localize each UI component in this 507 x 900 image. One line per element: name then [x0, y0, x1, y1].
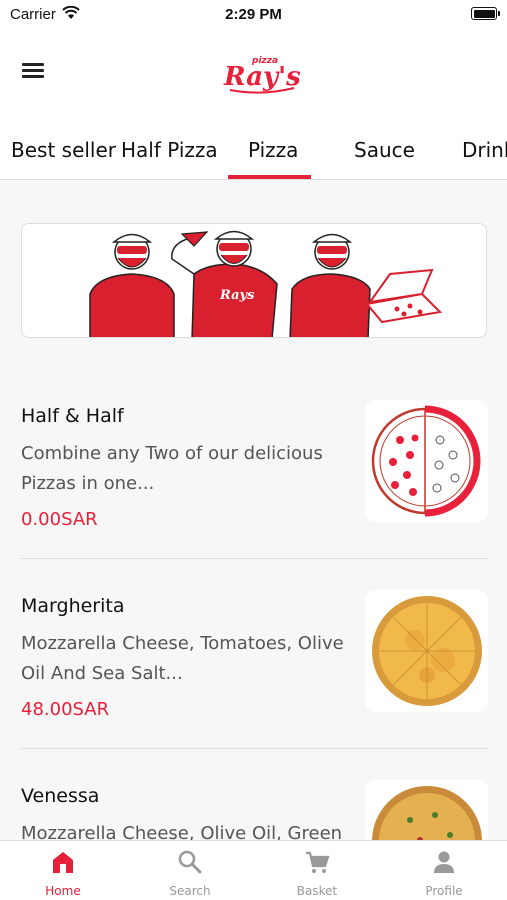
- pizza-man-illustration-2: Rays: [171, 230, 278, 337]
- product-image: [365, 590, 488, 712]
- promo-banner[interactable]: Rays: [21, 223, 487, 338]
- nav-search-label: Search: [169, 884, 211, 898]
- nav-profile[interactable]: Profile: [381, 841, 507, 900]
- product-card-half-and-half[interactable]: Half & Half Combine any Two of our delic…: [21, 400, 488, 555]
- product-image: [365, 400, 488, 522]
- app-header: pizza Ray's: [0, 30, 507, 120]
- nav-home[interactable]: Home: [0, 841, 126, 900]
- category-tabs: Best seller Half Pizza Pizza Sauce Drink: [0, 120, 507, 180]
- tab-drink[interactable]: Drink: [462, 138, 507, 162]
- list-divider: [21, 558, 488, 559]
- tab-pizza[interactable]: Pizza: [248, 138, 298, 162]
- nav-home-label: Home: [45, 884, 81, 898]
- battery-icon: [471, 7, 500, 20]
- banner-illustration: Rays: [89, 230, 443, 337]
- tab-sauce[interactable]: Sauce: [354, 138, 415, 162]
- home-icon: [53, 852, 73, 873]
- pizza-man-illustration-3: [289, 233, 443, 337]
- margherita-pizza-illustration: [372, 596, 482, 706]
- bottom-navigation: Home Search Basket Profile: [0, 840, 507, 900]
- nav-profile-label: Profile: [425, 884, 463, 898]
- tab-half-pizza[interactable]: Half Pizza: [121, 138, 218, 162]
- hamburger-icon: [22, 63, 44, 66]
- product-card-margherita[interactable]: Margherita Mozzarella Cheese, Tomatoes, …: [21, 590, 488, 745]
- nav-basket-label: Basket: [296, 884, 338, 898]
- nav-basket[interactable]: Basket: [254, 841, 380, 900]
- half-pizza-illustration: [371, 405, 481, 517]
- menu-button[interactable]: [22, 60, 48, 82]
- rays-pizza-logo: pizza Ray's: [223, 56, 301, 94]
- tab-best-seller[interactable]: Best seller: [11, 138, 116, 162]
- product-name: Venessa: [21, 785, 100, 807]
- product-name: Margherita: [21, 595, 125, 617]
- product-description: Combine any Two of our delicious Pizzas …: [21, 443, 323, 494]
- product-description: Mozzarella Cheese, Tomatoes, Olive Oil A…: [21, 633, 344, 684]
- svg-text:Rays: Rays: [219, 288, 255, 303]
- status-bar: Carrier 2:29 PM: [0, 0, 507, 30]
- profile-icon: [434, 851, 454, 873]
- clock: 2:29 PM: [225, 6, 282, 23]
- product-price: 48.00SAR: [21, 699, 110, 720]
- pizza-man-illustration-1: [89, 233, 175, 337]
- cart-icon: [306, 851, 330, 873]
- nav-search[interactable]: Search: [127, 841, 253, 900]
- list-divider: [21, 748, 488, 749]
- product-price: 0.00SAR: [21, 509, 98, 530]
- active-tab-indicator: [228, 175, 311, 179]
- search-icon: [178, 850, 202, 874]
- product-name: Half & Half: [21, 405, 124, 427]
- svg-text:Ray's: Ray's: [223, 62, 301, 92]
